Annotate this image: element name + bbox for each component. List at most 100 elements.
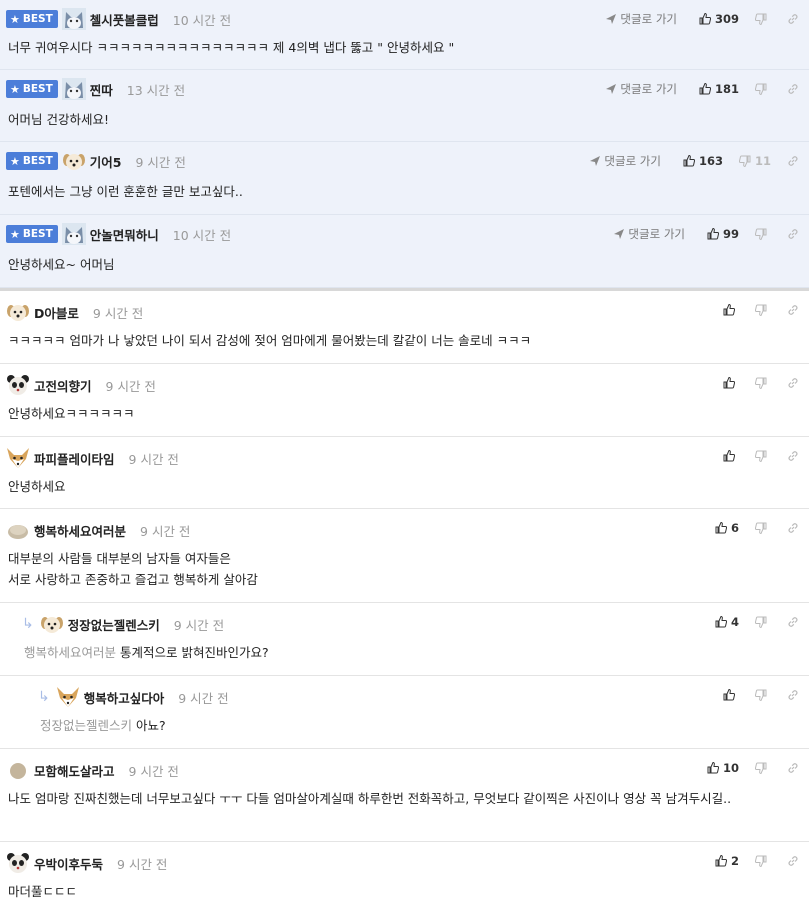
link-icon[interactable] bbox=[787, 13, 799, 25]
author-nickname[interactable]: 첼시풋볼클럽 bbox=[90, 10, 159, 29]
avatar[interactable] bbox=[6, 447, 30, 469]
link-icon[interactable] bbox=[787, 616, 799, 628]
comment-item: 파피플레이타임 9 시간 전 안녕하세요 bbox=[0, 437, 809, 509]
comment-time: 9 시간 전 bbox=[173, 617, 225, 633]
comment-time: 13 시간 전 bbox=[126, 82, 186, 98]
thumbs-up-icon bbox=[723, 304, 735, 316]
avatar[interactable] bbox=[6, 519, 30, 541]
author-nickname[interactable]: 행복하고싶다아 bbox=[84, 688, 165, 707]
thumbs-up-icon bbox=[707, 228, 719, 240]
avatar[interactable] bbox=[56, 686, 80, 708]
link-icon[interactable] bbox=[787, 855, 799, 867]
dislike-button[interactable] bbox=[755, 377, 771, 389]
thumbs-up-icon bbox=[723, 377, 735, 389]
avatar[interactable] bbox=[61, 8, 86, 30]
author-nickname[interactable]: 우박이후두둑 bbox=[34, 854, 103, 873]
thumbs-down-icon bbox=[755, 377, 767, 389]
star-icon: ★ bbox=[10, 12, 20, 26]
comment-item: D아블로 9 시간 전 ㅋㅋㅋㅋㅋ 엄마가 나 낳았던 나이 되서 감성에 젖어… bbox=[0, 291, 809, 364]
go-to-reply-link[interactable]: 댓글로 가기 bbox=[606, 81, 677, 97]
dislike-button[interactable] bbox=[755, 83, 771, 95]
thumbs-down-icon bbox=[738, 155, 751, 167]
like-button[interactable] bbox=[723, 450, 739, 462]
thumbs-down-icon bbox=[755, 689, 767, 701]
dislike-button[interactable] bbox=[755, 450, 771, 462]
comment-item: ★ BEST 기어5 9 시간 전 댓글로 가기 163 11 포텐에서는 그냥 … bbox=[0, 142, 809, 215]
link-icon[interactable] bbox=[787, 450, 799, 462]
like-button[interactable]: 10 bbox=[707, 761, 739, 775]
like-button[interactable]: 309 bbox=[699, 12, 739, 26]
avatar[interactable] bbox=[61, 78, 86, 100]
dislike-count: 11 bbox=[754, 154, 771, 168]
comment-item: 모함해도살라고 9 시간 전 10 나도 엄마랑 진짜친했는데 너무보고싶다 ㅜ… bbox=[0, 749, 809, 842]
link-icon[interactable] bbox=[787, 377, 799, 389]
link-icon[interactable] bbox=[787, 689, 799, 701]
dislike-button[interactable] bbox=[755, 522, 771, 534]
like-button[interactable]: 99 bbox=[707, 227, 739, 241]
author-nickname[interactable]: 행복하세요여러분 bbox=[34, 521, 126, 540]
comment-time: 9 시간 전 bbox=[92, 305, 144, 321]
like-count: 309 bbox=[714, 12, 739, 26]
go-to-reply-link[interactable]: 댓글로 가기 bbox=[614, 226, 685, 242]
comment-text: 나도 엄마랑 진짜친했는데 너무보고싶다 ㅜㅜ 다들 엄마살아계실때 하루한번 … bbox=[8, 791, 732, 806]
like-button[interactable]: 163 bbox=[683, 154, 723, 168]
comment-time: 9 시간 전 bbox=[135, 154, 186, 170]
thumbs-down-icon bbox=[755, 83, 767, 95]
dislike-button[interactable]: 11 bbox=[738, 154, 771, 168]
avatar[interactable] bbox=[61, 223, 86, 245]
link-icon[interactable] bbox=[787, 83, 799, 95]
dislike-button[interactable] bbox=[755, 304, 771, 316]
arrow-icon bbox=[590, 156, 601, 166]
like-button[interactable]: 6 bbox=[715, 521, 739, 535]
thumbs-up-icon bbox=[699, 13, 711, 25]
like-button[interactable]: 181 bbox=[699, 82, 739, 96]
thumbs-down-icon bbox=[755, 762, 767, 774]
avatar[interactable] bbox=[6, 301, 30, 323]
link-icon[interactable] bbox=[787, 522, 799, 534]
comment-item: 행복하세요여러분 9 시간 전 6 대부분의 사람들 대부분의 남자들 여자들은… bbox=[0, 509, 809, 603]
thumbs-down-icon bbox=[755, 855, 767, 867]
go-to-reply-link[interactable]: 댓글로 가기 bbox=[606, 11, 677, 27]
avatar[interactable] bbox=[6, 374, 30, 396]
thumbs-up-icon bbox=[707, 762, 719, 774]
author-nickname[interactable]: 파피플레이타임 bbox=[34, 449, 115, 468]
author-nickname[interactable]: 기어5 bbox=[90, 152, 122, 171]
like-button[interactable] bbox=[723, 689, 739, 701]
like-button[interactable]: 2 bbox=[715, 854, 739, 868]
author-nickname[interactable]: 모함해도살라고 bbox=[34, 761, 115, 780]
dislike-button[interactable] bbox=[755, 689, 771, 701]
thumbs-down-icon bbox=[755, 228, 767, 240]
comment-text: 안녕하세요ㅋㅋㅋㅋㅋㅋ bbox=[8, 406, 135, 421]
dislike-button[interactable] bbox=[755, 228, 771, 240]
author-nickname[interactable]: 안놀면뭐하니 bbox=[90, 225, 159, 244]
comment-text-line-2: 서로 사랑하고 존중하고 즐겁고 행복하게 살아감 bbox=[8, 572, 258, 587]
dislike-button[interactable] bbox=[755, 855, 771, 867]
like-button[interactable] bbox=[723, 304, 739, 316]
dislike-button[interactable] bbox=[755, 13, 771, 25]
avatar[interactable] bbox=[62, 150, 86, 172]
avatar[interactable] bbox=[6, 852, 30, 874]
parent-author-ref[interactable]: 행복하세요여러분 bbox=[24, 645, 116, 660]
link-icon[interactable] bbox=[787, 762, 799, 774]
avatar[interactable] bbox=[40, 613, 64, 635]
thumbs-up-icon bbox=[683, 155, 695, 167]
dislike-button[interactable] bbox=[755, 762, 771, 774]
link-icon[interactable] bbox=[787, 155, 799, 167]
link-icon[interactable] bbox=[787, 304, 799, 316]
comment-time: 9 시간 전 bbox=[117, 856, 168, 872]
best-badge: ★ BEST bbox=[6, 80, 58, 98]
like-button[interactable]: 4 bbox=[715, 615, 739, 629]
avatar[interactable] bbox=[6, 759, 30, 781]
comment-text: 안녕하세요 bbox=[8, 479, 66, 494]
author-nickname[interactable]: 고전의향기 bbox=[34, 376, 92, 395]
author-nickname[interactable]: D아블로 bbox=[34, 303, 79, 322]
link-icon[interactable] bbox=[787, 228, 799, 240]
parent-author-ref[interactable]: 정장없는젤렌스키 bbox=[40, 718, 132, 733]
thumbs-down-icon bbox=[755, 522, 767, 534]
comment-time: 10 시간 전 bbox=[172, 12, 232, 28]
dislike-button[interactable] bbox=[755, 616, 771, 628]
author-nickname[interactable]: 정장없는젤렌스키 bbox=[68, 615, 160, 634]
author-nickname[interactable]: 찐따 bbox=[90, 80, 113, 99]
go-to-reply-link[interactable]: 댓글로 가기 bbox=[590, 153, 661, 169]
like-button[interactable] bbox=[723, 377, 739, 389]
